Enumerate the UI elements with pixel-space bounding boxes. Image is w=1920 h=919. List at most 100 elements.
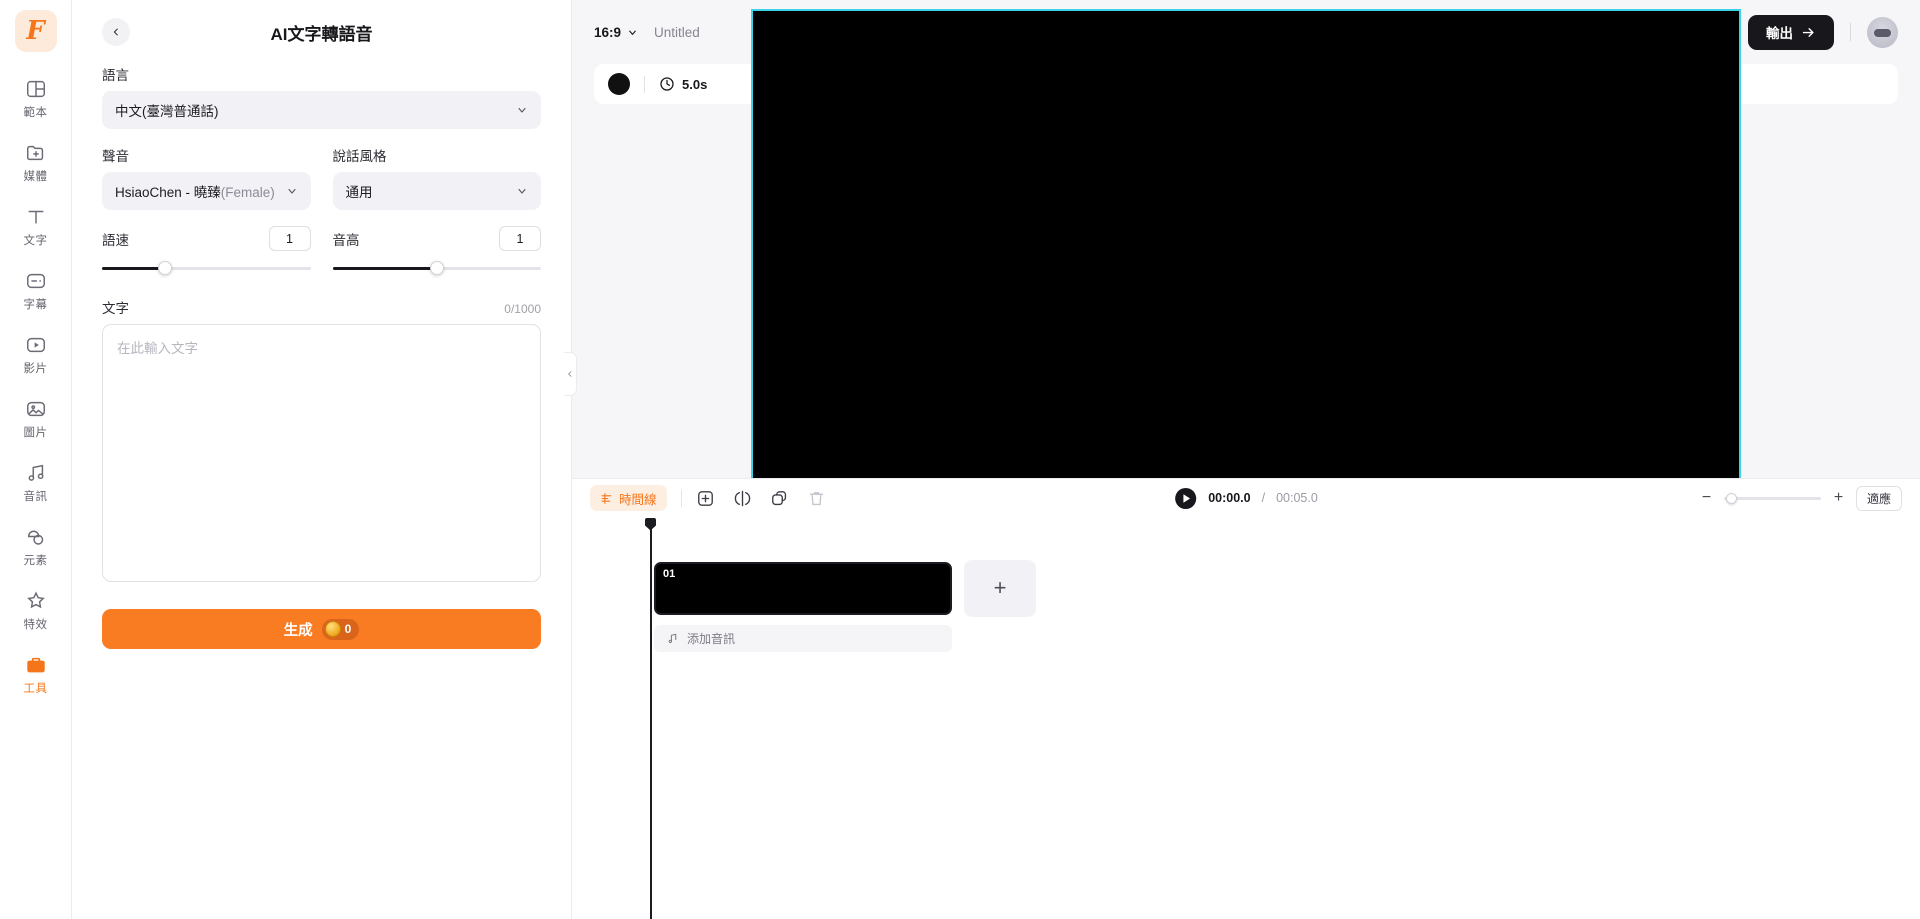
zoom-slider-knob[interactable] [1725, 492, 1737, 504]
panel-collapse-handle[interactable] [564, 352, 577, 396]
export-label: 輸出 [1766, 26, 1793, 41]
pitch-slider[interactable] [332, 259, 541, 277]
pitch-slider-fill [332, 267, 437, 270]
video-icon [25, 334, 47, 356]
playhead[interactable] [650, 517, 652, 919]
document-title[interactable]: Untitled [654, 25, 700, 40]
zoom-slider[interactable] [1723, 492, 1821, 504]
sidebar-item-effects[interactable]: 特效 [4, 580, 68, 642]
sidebar-item-subtitle[interactable]: 字幕 [4, 260, 68, 322]
language-select[interactable]: 中文(臺灣普通話) [102, 91, 541, 129]
duration-control[interactable]: 5.0s [659, 76, 707, 92]
voice-gender: (Female) [220, 185, 275, 200]
speed-field: 語速 1 [102, 226, 311, 277]
add-scene-label: + [993, 575, 1007, 600]
canvas-container [594, 9, 1898, 567]
page-title: AI文字轉語音 [270, 24, 373, 44]
back-button[interactable] [102, 18, 130, 46]
text-label: 文字 [102, 301, 129, 316]
style-select[interactable]: 通用 [332, 172, 541, 210]
speed-slider[interactable] [102, 259, 311, 277]
logo-f-glyph: F [26, 16, 45, 46]
clip-index-label: 01 [663, 567, 676, 580]
voice-select[interactable]: HsiaoChen - 曉臻(Female) [102, 172, 311, 210]
chevron-left-icon [113, 28, 118, 36]
subtitle-icon [25, 270, 47, 292]
sidebar-item-video[interactable]: 影片 [4, 324, 68, 386]
export-button[interactable]: 輸出 [1748, 14, 1834, 50]
fit-to-screen-button[interactable]: 適應 [1855, 485, 1902, 511]
tts-text-input[interactable] [102, 324, 541, 582]
background-color-swatch[interactable] [608, 73, 630, 95]
pitch-slider-knob[interactable] [429, 261, 444, 275]
add-scene-button[interactable]: + [964, 559, 1036, 617]
speed-pitch-row: 語速 1 音高 1 [102, 226, 541, 277]
tab-timeline[interactable]: 時間線 [590, 485, 667, 511]
audio-icon [25, 462, 47, 484]
style-field: 說話風格 通用 [332, 145, 541, 210]
timeline-body[interactable]: 01 + 添加音訊 [572, 517, 1920, 919]
current-time: 00:00.0 [1208, 491, 1251, 505]
sidebar-item-label: 範本 [23, 107, 48, 119]
fit-label: 適應 [1866, 491, 1891, 506]
template-icon [25, 78, 47, 100]
media-folder-icon [25, 142, 47, 164]
add-audio-row[interactable]: 添加音訊 [654, 624, 952, 652]
panel-header: AI文字轉語音 [102, 0, 541, 64]
speed-header: 語速 1 [102, 226, 311, 251]
aspect-ratio-select[interactable]: 16:9 [594, 25, 638, 40]
sidebar-item-label: 元素 [23, 555, 48, 567]
app-logo[interactable]: F [14, 10, 57, 52]
speed-slider-knob[interactable] [157, 261, 172, 275]
text-icon [25, 206, 47, 228]
sidebar-item-label: 媒體 [23, 171, 48, 183]
playback-controls: 00:00.0 / 00:05.0 [1174, 487, 1318, 510]
style-value: 通用 [345, 185, 373, 200]
sidebar-item-image[interactable]: 圖片 [4, 388, 68, 450]
timeline-zoom-controls: − + 適應 [1700, 485, 1902, 511]
credits-count: 0 [344, 622, 352, 636]
duplicate-clip-icon[interactable] [770, 489, 789, 508]
split-clip-icon[interactable] [733, 489, 752, 508]
zoom-out-button[interactable]: − [1700, 489, 1713, 507]
effects-icon [25, 590, 47, 612]
timeline-tracks: 01 + 添加音訊 [572, 518, 1920, 652]
zoom-in-button[interactable]: + [1832, 489, 1845, 507]
tools-icon [25, 654, 47, 676]
sidebar-item-label: 音訊 [23, 491, 48, 503]
sidebar-item-label: 特效 [23, 619, 48, 631]
tts-panel: AI文字轉語音 語言 中文(臺灣普通話) 聲音 HsiaoChen - 曉臻(F… [72, 0, 577, 919]
clock-icon [660, 77, 674, 91]
speed-label: 語速 [102, 232, 129, 248]
speed-slider-fill [102, 267, 165, 270]
text-header: 文字 0/1000 [102, 297, 541, 317]
generate-label: 生成 [283, 622, 313, 639]
play-button[interactable] [1174, 487, 1197, 510]
language-value: 中文(臺灣普通話) [115, 104, 219, 119]
timeline-clip[interactable]: 01 [654, 561, 952, 615]
add-audio-label: 添加音訊 [687, 631, 736, 646]
video-track: 01 + [654, 559, 1920, 617]
voice-label: 聲音 [102, 149, 129, 164]
chevron-left-icon [568, 371, 572, 377]
sidebar-item-tools[interactable]: 工具 [4, 644, 68, 706]
sidebar-item-label: 文字 [23, 235, 48, 247]
sidebar-item-media[interactable]: 媒體 [4, 132, 68, 194]
image-icon [25, 398, 47, 420]
coin-icon [324, 621, 341, 637]
delete-clip-icon[interactable] [807, 489, 826, 508]
pitch-header: 音高 1 [333, 226, 541, 251]
sidebar-item-audio[interactable]: 音訊 [4, 452, 68, 514]
pitch-value-input[interactable]: 1 [499, 226, 541, 251]
total-time: 00:05.0 [1276, 491, 1318, 505]
voice-field: 聲音 HsiaoChen - 曉臻(Female) [102, 145, 311, 210]
speed-value-input[interactable]: 1 [268, 226, 311, 251]
sidebar-item-template[interactable]: 範本 [4, 68, 68, 130]
generate-button[interactable]: 生成 0 [102, 609, 541, 649]
add-clip-icon[interactable] [696, 489, 715, 508]
sidebar-item-element[interactable]: 元素 [4, 516, 68, 578]
left-icon-rail: F 範本 媒體 文字 字幕 影片 圖片 音訊 元素 特效 工具 [0, 0, 72, 919]
voice-style-row: 聲音 HsiaoChen - 曉臻(Female) 說話風格 通用 [102, 145, 541, 210]
sidebar-item-text[interactable]: 文字 [4, 196, 68, 258]
avatar[interactable] [1867, 16, 1898, 48]
